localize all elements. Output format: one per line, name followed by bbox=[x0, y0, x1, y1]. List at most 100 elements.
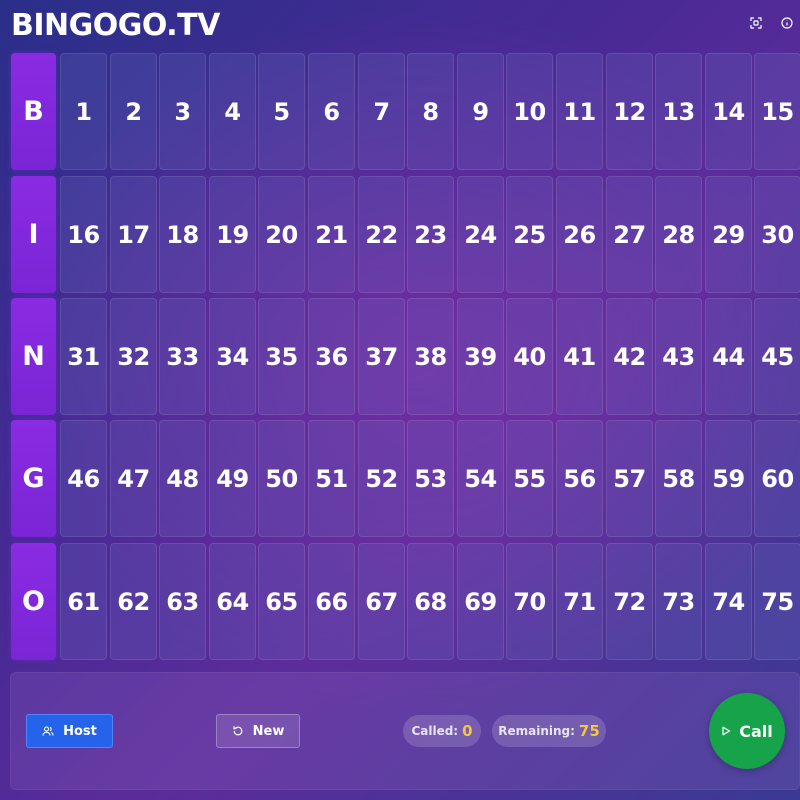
number-cell[interactable]: 64 bbox=[209, 543, 256, 660]
number-cell[interactable]: 75 bbox=[754, 543, 800, 660]
number-cell[interactable]: 20 bbox=[258, 176, 305, 293]
host-button[interactable]: Host bbox=[26, 714, 113, 748]
number-cell[interactable]: 39 bbox=[457, 298, 504, 415]
number-cell[interactable]: 2 bbox=[110, 53, 157, 170]
control-bar: Host New Called: 0 Remaining: 75 Call bbox=[10, 672, 800, 790]
number-cell[interactable]: 4 bbox=[209, 53, 256, 170]
number-cell[interactable]: 17 bbox=[110, 176, 157, 293]
number-cell[interactable]: 61 bbox=[60, 543, 107, 660]
number-cell[interactable]: 60 bbox=[754, 420, 800, 537]
number-cell[interactable]: 62 bbox=[110, 543, 157, 660]
number-cell[interactable]: 73 bbox=[655, 543, 702, 660]
number-cell[interactable]: 36 bbox=[308, 298, 355, 415]
row-letter: I bbox=[11, 176, 56, 293]
row-letter: N bbox=[11, 298, 56, 415]
number-cell[interactable]: 56 bbox=[556, 420, 603, 537]
number-cell[interactable]: 10 bbox=[506, 53, 553, 170]
board-row: I 16 17 18 19 20 21 22 23 24 25 26 27 28 29 30 bbox=[10, 176, 800, 293]
number-cell[interactable]: 27 bbox=[606, 176, 653, 293]
number-cell[interactable]: 71 bbox=[556, 543, 603, 660]
number-cell[interactable]: 31 bbox=[60, 298, 107, 415]
new-button-label: New bbox=[252, 723, 285, 739]
number-cell[interactable]: 70 bbox=[506, 543, 553, 660]
number-cell[interactable]: 46 bbox=[60, 420, 107, 537]
number-cell[interactable]: 43 bbox=[655, 298, 702, 415]
number-cell[interactable]: 18 bbox=[159, 176, 206, 293]
number-cell[interactable]: 15 bbox=[754, 53, 800, 170]
number-cell[interactable]: 13 bbox=[655, 53, 702, 170]
number-cell[interactable]: 49 bbox=[209, 420, 256, 537]
number-cell[interactable]: 66 bbox=[308, 543, 355, 660]
number-cell[interactable]: 34 bbox=[209, 298, 256, 415]
number-cell[interactable]: 22 bbox=[358, 176, 405, 293]
called-value: 0 bbox=[462, 722, 473, 740]
call-button[interactable]: Call bbox=[709, 693, 785, 769]
logo: BINGOGO.TV bbox=[11, 8, 220, 43]
number-cell[interactable]: 67 bbox=[358, 543, 405, 660]
number-cell[interactable]: 58 bbox=[655, 420, 702, 537]
number-cell[interactable]: 8 bbox=[407, 53, 454, 170]
number-cell[interactable]: 48 bbox=[159, 420, 206, 537]
number-cell[interactable]: 30 bbox=[754, 176, 800, 293]
number-cell[interactable]: 68 bbox=[407, 543, 454, 660]
info-icon[interactable] bbox=[780, 16, 794, 30]
number-cell[interactable]: 12 bbox=[606, 53, 653, 170]
number-cell[interactable]: 5 bbox=[258, 53, 305, 170]
number-cell[interactable]: 28 bbox=[655, 176, 702, 293]
number-cell[interactable]: 16 bbox=[60, 176, 107, 293]
number-cell[interactable]: 41 bbox=[556, 298, 603, 415]
number-cell[interactable]: 19 bbox=[209, 176, 256, 293]
board-row: O 61 62 63 64 65 66 67 68 69 70 71 72 73 74 75 bbox=[10, 543, 800, 660]
number-cell[interactable]: 11 bbox=[556, 53, 603, 170]
board-row: G 46 47 48 49 50 51 52 53 54 55 56 57 58 59 60 bbox=[10, 420, 800, 537]
number-cell[interactable]: 3 bbox=[159, 53, 206, 170]
number-cell[interactable]: 14 bbox=[705, 53, 752, 170]
call-button-label: Call bbox=[739, 721, 773, 741]
number-cell[interactable]: 29 bbox=[705, 176, 752, 293]
number-cell[interactable]: 74 bbox=[705, 543, 752, 660]
users-icon bbox=[42, 725, 54, 737]
number-cell[interactable]: 9 bbox=[457, 53, 504, 170]
number-cell[interactable]: 51 bbox=[308, 420, 355, 537]
number-cell[interactable]: 59 bbox=[705, 420, 752, 537]
row-letter: G bbox=[11, 420, 56, 537]
new-game-button[interactable]: New bbox=[216, 714, 300, 748]
number-cell[interactable]: 42 bbox=[606, 298, 653, 415]
number-cell[interactable]: 37 bbox=[358, 298, 405, 415]
number-cell[interactable]: 65 bbox=[258, 543, 305, 660]
board-row: N 31 32 33 34 35 36 37 38 39 40 41 42 43 44 45 bbox=[10, 298, 800, 415]
number-cell[interactable]: 33 bbox=[159, 298, 206, 415]
number-cell[interactable]: 44 bbox=[705, 298, 752, 415]
number-cell[interactable]: 63 bbox=[159, 543, 206, 660]
number-cell[interactable]: 32 bbox=[110, 298, 157, 415]
number-cell[interactable]: 1 bbox=[60, 53, 107, 170]
number-cell[interactable]: 47 bbox=[110, 420, 157, 537]
board-row: B 1 2 3 4 5 6 7 8 9 10 11 12 13 14 15 bbox=[10, 53, 800, 170]
number-cell[interactable]: 72 bbox=[606, 543, 653, 660]
fullscreen-icon[interactable] bbox=[749, 16, 763, 30]
number-cell[interactable]: 35 bbox=[258, 298, 305, 415]
number-cell[interactable]: 40 bbox=[506, 298, 553, 415]
remaining-value: 75 bbox=[578, 722, 600, 740]
number-cell[interactable]: 25 bbox=[506, 176, 553, 293]
number-cell[interactable]: 69 bbox=[457, 543, 504, 660]
remaining-counter: Remaining: 75 bbox=[492, 715, 606, 747]
header: BINGOGO.TV bbox=[0, 0, 800, 52]
number-cell[interactable]: 23 bbox=[407, 176, 454, 293]
row-letter: O bbox=[11, 543, 56, 660]
number-cell[interactable]: 21 bbox=[308, 176, 355, 293]
number-cell[interactable]: 24 bbox=[457, 176, 504, 293]
number-cell[interactable]: 57 bbox=[606, 420, 653, 537]
bingo-board: B 1 2 3 4 5 6 7 8 9 10 11 12 13 14 15 I 16 17 18 19 20 21 22 23 2… bbox=[10, 53, 800, 663]
number-cell[interactable]: 54 bbox=[457, 420, 504, 537]
number-cell[interactable]: 52 bbox=[358, 420, 405, 537]
number-cell[interactable]: 45 bbox=[754, 298, 800, 415]
number-cell[interactable]: 38 bbox=[407, 298, 454, 415]
number-cell[interactable]: 26 bbox=[556, 176, 603, 293]
called-label: Called: bbox=[411, 724, 459, 738]
number-cell[interactable]: 7 bbox=[358, 53, 405, 170]
number-cell[interactable]: 55 bbox=[506, 420, 553, 537]
number-cell[interactable]: 6 bbox=[308, 53, 355, 170]
number-cell[interactable]: 50 bbox=[258, 420, 305, 537]
number-cell[interactable]: 53 bbox=[407, 420, 454, 537]
